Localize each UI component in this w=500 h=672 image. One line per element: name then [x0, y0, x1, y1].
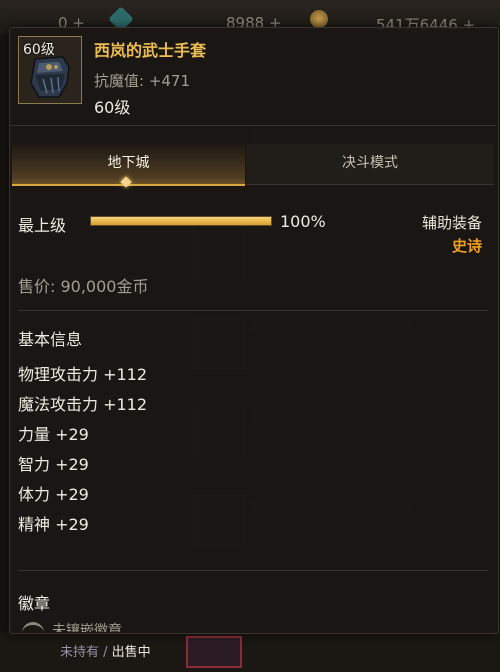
bottom-status-bar: 未持有 / 出售中	[0, 632, 500, 672]
mode-tabs: 地下城 决斗模式	[10, 144, 496, 188]
grade-label: 最上级	[18, 216, 67, 235]
divider	[18, 310, 488, 311]
status-separator: /	[99, 645, 112, 660]
item-level-badge: 60级	[23, 42, 55, 58]
stat-magic-attack: 魔法攻击力 +112	[18, 395, 148, 414]
rarity-label: 史诗	[451, 237, 482, 255]
magic-resistance-stat: 抗魔值: +471	[94, 72, 191, 90]
item-name: 西岚的武士手套	[94, 41, 207, 60]
basic-info-title: 基本信息	[18, 330, 83, 349]
gold-coin-icon	[310, 10, 328, 28]
on-sale-label[interactable]: 出售中	[112, 645, 151, 660]
stat-spirit: 精神 +29	[18, 515, 89, 534]
stat-strength: 力量 +29	[18, 425, 89, 444]
not-owned-label: 未持有	[60, 645, 100, 660]
tab-dungeon[interactable]: 地下城	[12, 144, 245, 188]
gauntlet-icon	[30, 56, 70, 98]
tab-pvp-label: 决斗模式	[342, 155, 398, 171]
equipment-type: 辅助装备	[421, 214, 482, 232]
tab-dungeon-label: 地下城	[107, 155, 150, 171]
item-tooltip: 60级 西岚的武士手套 抗魔值: +471 60级 地下城 决斗模式 最上级 1…	[9, 27, 499, 634]
grade-progress-bar	[90, 216, 272, 226]
background-thumbnail[interactable]	[186, 636, 242, 668]
badge-slot-icon	[22, 622, 44, 637]
stat-intelligence: 智力 +29	[18, 455, 89, 474]
item-icon-frame: 60级	[18, 36, 82, 104]
badge-section-title: 徽章	[18, 594, 51, 613]
ownership-status: 未持有 / 出售中	[60, 641, 151, 660]
stat-physical-attack: 物理攻击力 +112	[18, 365, 148, 384]
tab-pvp[interactable]: 决斗模式	[246, 144, 494, 185]
stat-vitality: 体力 +29	[18, 485, 89, 504]
grade-progress-fill	[91, 217, 271, 225]
grade-percent: 100%	[280, 212, 326, 231]
divider	[18, 570, 488, 571]
sell-price: 售价: 90,000金币	[18, 277, 149, 296]
item-level-text: 60级	[94, 98, 131, 117]
divider	[10, 125, 496, 126]
badge-slot-text: 未镶嵌徽章	[52, 623, 122, 632]
active-tab-indicator	[120, 176, 132, 188]
